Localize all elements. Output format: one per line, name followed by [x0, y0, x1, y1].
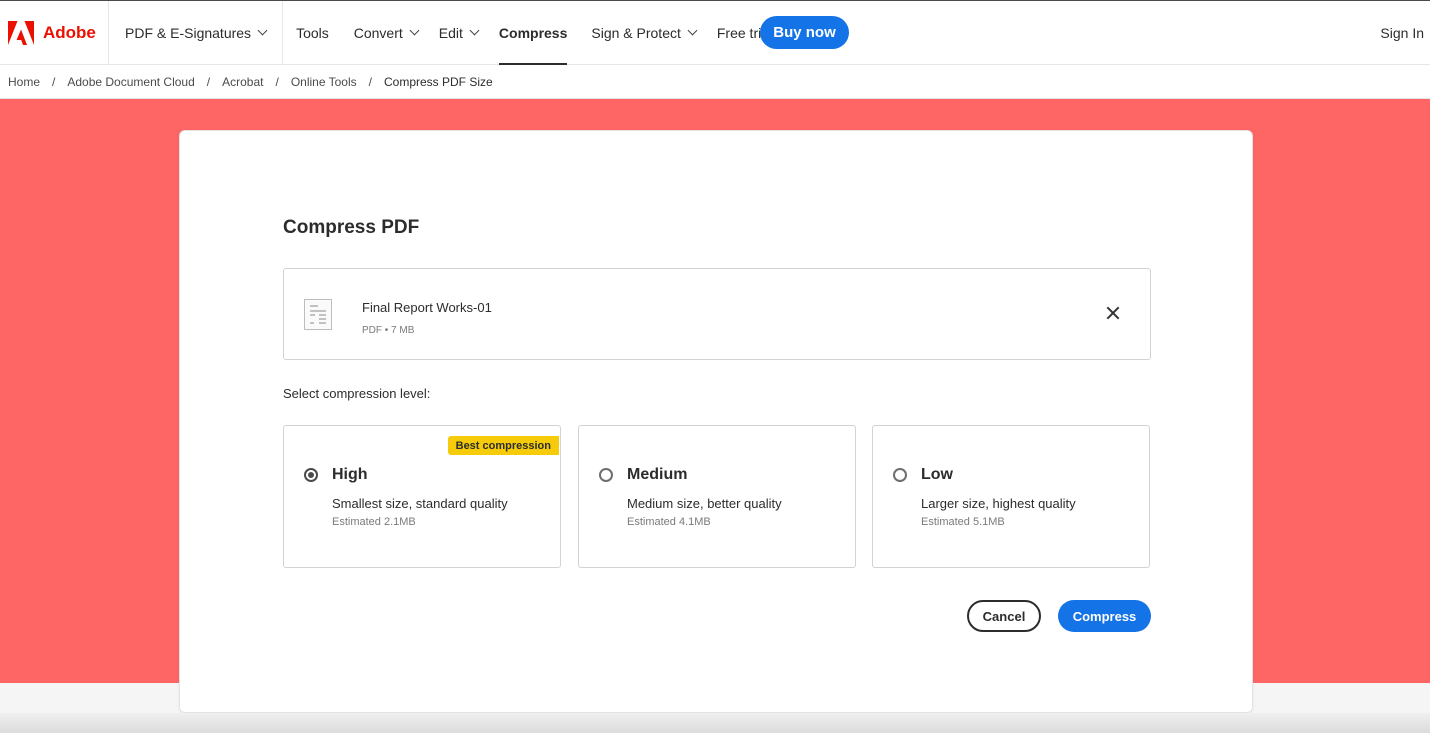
nav-tools[interactable]: Tools — [296, 1, 329, 65]
option-high[interactable]: Best compression High Smallest size, sta… — [283, 425, 561, 568]
breadcrumb-current: Compress PDF Size — [384, 74, 493, 89]
breadcrumb-separator: / — [275, 74, 279, 89]
radio-low[interactable] — [893, 468, 907, 482]
file-meta: PDF • 7 MB — [362, 325, 415, 336]
adobe-logo[interactable]: Adobe — [0, 1, 108, 65]
file-name: Final Report Works-01 — [362, 300, 492, 315]
compress-button[interactable]: Compress — [1058, 600, 1151, 632]
compress-dialog: Compress PDF Final Report Works-01 PDF •… — [179, 130, 1253, 713]
nav-convert[interactable]: Convert — [353, 1, 420, 65]
top-nav: Adobe PDF & E-Signatures Tools Convert E… — [0, 0, 1430, 65]
pdf-file-icon — [304, 299, 332, 330]
page-bottom — [0, 713, 1430, 733]
nav-compress[interactable]: Compress — [498, 1, 568, 65]
nav-label: Sign & Protect — [591, 24, 681, 41]
adobe-logo-icon — [8, 20, 34, 45]
option-estimate: Estimated 5.1MB — [921, 516, 1005, 528]
option-description: Larger size, highest quality — [921, 496, 1076, 511]
option-title: Low — [921, 466, 953, 483]
option-title: High — [332, 466, 368, 483]
breadcrumb-acrobat[interactable]: Acrobat — [222, 75, 263, 89]
option-low[interactable]: Low Larger size, highest quality Estimat… — [872, 425, 1150, 568]
breadcrumb: Home / Adobe Document Cloud / Acrobat / … — [0, 65, 1430, 99]
file-item: Final Report Works-01 PDF • 7 MB — [283, 268, 1151, 360]
best-compression-badge: Best compression — [447, 436, 559, 455]
brand-name: Adobe — [43, 22, 96, 42]
chevron-down-icon — [687, 25, 698, 36]
nav-divider — [282, 0, 284, 65]
breadcrumb-home[interactable]: Home — [8, 75, 40, 89]
option-medium[interactable]: Medium Medium size, better quality Estim… — [578, 425, 856, 568]
breadcrumb-separator: / — [206, 74, 211, 89]
compression-level-label: Select compression level: — [283, 386, 431, 401]
nav-pdf-esignatures[interactable]: PDF & E-Signatures — [125, 1, 268, 65]
option-title: Medium — [627, 466, 688, 483]
breadcrumb-document-cloud[interactable]: Adobe Document Cloud — [67, 75, 194, 89]
chevron-down-icon — [469, 25, 480, 36]
sign-in-link[interactable]: Sign In — [1380, 1, 1424, 65]
chevron-down-icon — [257, 25, 268, 36]
breadcrumb-online-tools[interactable]: Online Tools — [291, 75, 357, 89]
nav-label: Edit — [438, 24, 463, 41]
buy-now-button[interactable]: Buy now — [760, 16, 849, 49]
radio-high[interactable] — [304, 468, 318, 482]
breadcrumb-separator: / — [52, 74, 56, 89]
option-estimate: Estimated 2.1MB — [332, 516, 416, 528]
option-description: Smallest size, standard quality — [332, 496, 508, 511]
breadcrumb-separator: / — [368, 74, 372, 89]
cancel-button[interactable]: Cancel — [967, 600, 1041, 632]
chevron-down-icon — [409, 25, 420, 36]
nav-label: Convert — [353, 24, 403, 41]
option-description: Medium size, better quality — [627, 496, 782, 511]
nav-label: Compress — [498, 24, 568, 41]
nav-edit[interactable]: Edit — [438, 1, 480, 65]
nav-label: Tools — [296, 24, 329, 41]
nav-divider — [108, 0, 109, 65]
nav-label: PDF & E-Signatures — [125, 24, 252, 41]
radio-medium[interactable] — [599, 468, 613, 482]
close-icon[interactable] — [1103, 303, 1123, 323]
nav-sign-protect[interactable]: Sign & Protect — [591, 1, 698, 65]
dialog-title: Compress PDF — [283, 217, 420, 238]
option-estimate: Estimated 4.1MB — [627, 516, 711, 528]
